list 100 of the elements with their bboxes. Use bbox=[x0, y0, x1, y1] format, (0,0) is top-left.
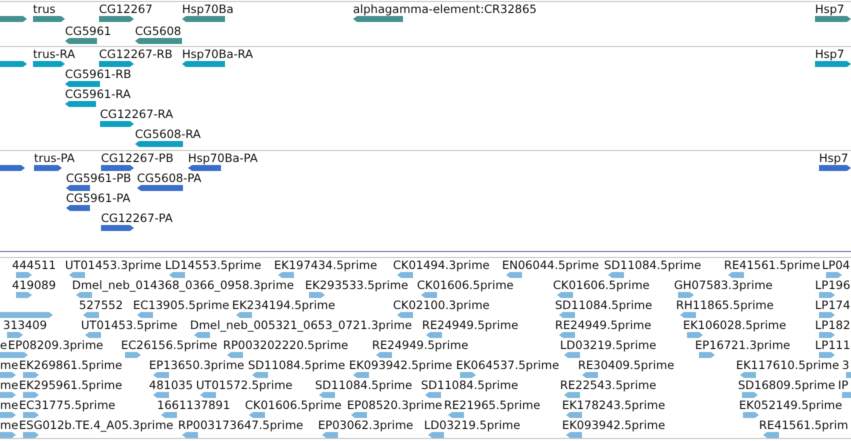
gene-arrow[interactable] bbox=[188, 165, 221, 171]
alignment-arrow[interactable] bbox=[153, 392, 169, 398]
alignment-arrow[interactable] bbox=[252, 372, 268, 378]
alignment-arrow[interactable] bbox=[351, 412, 367, 418]
alignment-arrow[interactable] bbox=[23, 412, 39, 418]
alignment-arrow[interactable] bbox=[23, 392, 39, 398]
alignment-arrow[interactable] bbox=[564, 352, 580, 358]
alignment-arrow[interactable] bbox=[397, 312, 413, 318]
alignment-arrow[interactable] bbox=[506, 272, 522, 278]
feature-label: trus-PA bbox=[34, 151, 75, 165]
alignment-arrow[interactable] bbox=[559, 312, 575, 318]
alignment-arrow[interactable] bbox=[0, 432, 16, 438]
alignment-arrow[interactable] bbox=[819, 312, 835, 318]
alignment-arrow[interactable] bbox=[16, 292, 32, 298]
alignment-arrow[interactable] bbox=[69, 272, 85, 278]
gene-arrow[interactable] bbox=[353, 16, 403, 22]
alignment-arrow[interactable] bbox=[85, 332, 101, 338]
alignment-arrow[interactable] bbox=[249, 412, 265, 418]
alignment-arrow[interactable] bbox=[582, 372, 598, 378]
gene-arrow[interactable] bbox=[34, 165, 62, 171]
alignment-arrow[interactable] bbox=[426, 332, 442, 338]
alignment-arrow[interactable] bbox=[200, 392, 216, 398]
alignment-arrow[interactable] bbox=[819, 292, 835, 298]
gene-arrow[interactable] bbox=[33, 16, 65, 22]
gene-arrow[interactable] bbox=[0, 61, 27, 67]
gene-arrow[interactable] bbox=[815, 16, 851, 22]
alignment-arrow[interactable] bbox=[564, 392, 580, 398]
alignment-arrow[interactable] bbox=[421, 292, 437, 298]
alignment-arrow[interactable] bbox=[76, 292, 92, 298]
alignment-arrow[interactable] bbox=[319, 392, 335, 398]
gene-arrow[interactable] bbox=[182, 16, 225, 22]
alignment-arrow[interactable] bbox=[0, 412, 16, 418]
gene-arrow[interactable] bbox=[65, 81, 100, 87]
gene-arrow[interactable] bbox=[0, 165, 25, 171]
alignment-arrow[interactable] bbox=[687, 332, 703, 338]
alignment-arrow[interactable] bbox=[740, 372, 756, 378]
gene-arrow[interactable] bbox=[815, 61, 851, 67]
alignment-arrow[interactable] bbox=[742, 392, 758, 398]
alignment-arrow[interactable] bbox=[194, 332, 210, 338]
gene-arrow[interactable] bbox=[65, 38, 97, 44]
alignment-arrow[interactable] bbox=[12, 352, 28, 358]
gene-arrow[interactable] bbox=[0, 16, 27, 22]
alignment-arrow[interactable] bbox=[608, 272, 624, 278]
alignment-arrow[interactable] bbox=[0, 372, 16, 378]
alignment-arrow[interactable] bbox=[376, 352, 392, 358]
alignment-arrow[interactable] bbox=[566, 432, 582, 438]
feature-label: 527552 bbox=[79, 298, 123, 312]
alignment-arrow[interactable] bbox=[425, 392, 441, 398]
alignment-arrow[interactable] bbox=[448, 412, 464, 418]
feature-label: EK178243.5prime bbox=[562, 398, 666, 412]
alignment-arrow[interactable] bbox=[728, 272, 744, 278]
alignment-arrow[interactable] bbox=[819, 352, 835, 358]
alignment-arrow[interactable] bbox=[819, 332, 835, 338]
alignment-arrow[interactable] bbox=[559, 332, 575, 338]
gene-arrow[interactable] bbox=[65, 101, 96, 107]
alignment-arrow[interactable] bbox=[309, 292, 325, 298]
alignment-arrow[interactable] bbox=[353, 372, 369, 378]
alignment-arrow[interactable] bbox=[680, 312, 696, 318]
alignment-arrow[interactable] bbox=[137, 312, 153, 318]
gene-arrow[interactable] bbox=[135, 38, 182, 44]
gene-arrow[interactable] bbox=[99, 16, 134, 22]
gene-arrow[interactable] bbox=[135, 141, 183, 147]
alignment-arrow[interactable] bbox=[23, 432, 39, 438]
alignment-arrow[interactable] bbox=[125, 352, 141, 358]
alignment-arrow[interactable] bbox=[227, 352, 243, 358]
alignment-arrow[interactable] bbox=[169, 272, 185, 278]
gene-arrow[interactable] bbox=[100, 121, 134, 127]
feature-label: me bbox=[0, 358, 18, 372]
feature-label: EK093942.5prime bbox=[349, 358, 452, 372]
alignment-arrow[interactable] bbox=[678, 292, 694, 298]
gene-arrow[interactable] bbox=[99, 61, 134, 67]
gene-arrow[interactable] bbox=[101, 225, 134, 231]
alignment-arrow[interactable] bbox=[0, 312, 53, 318]
alignment-arrow[interactable] bbox=[236, 312, 252, 318]
alignment-arrow[interactable] bbox=[428, 432, 444, 438]
alignment-arrow[interactable] bbox=[278, 272, 294, 278]
gene-arrow[interactable] bbox=[182, 61, 225, 67]
alignment-arrow[interactable] bbox=[0, 392, 16, 398]
alignment-arrow[interactable] bbox=[397, 272, 413, 278]
alignment-arrow[interactable] bbox=[743, 412, 759, 418]
alignment-arrow[interactable] bbox=[23, 372, 39, 378]
alignment-arrow[interactable] bbox=[322, 432, 338, 438]
gene-arrow[interactable] bbox=[66, 205, 90, 211]
gene-arrow[interactable] bbox=[33, 61, 65, 67]
alignment-arrow[interactable] bbox=[460, 372, 476, 378]
alignment-arrow[interactable] bbox=[161, 412, 177, 418]
alignment-arrow[interactable] bbox=[7, 332, 23, 338]
alignment-arrow[interactable] bbox=[83, 312, 99, 318]
alignment-arrow[interactable] bbox=[182, 432, 198, 438]
gene-arrow[interactable] bbox=[137, 185, 183, 191]
alignment-arrow[interactable] bbox=[763, 432, 779, 438]
alignment-arrow[interactable] bbox=[557, 292, 573, 298]
alignment-arrow[interactable] bbox=[566, 412, 582, 418]
gene-arrow[interactable] bbox=[819, 165, 851, 171]
alignment-arrow[interactable] bbox=[699, 352, 715, 358]
alignment-arrow[interactable] bbox=[16, 272, 32, 278]
alignment-arrow[interactable] bbox=[153, 372, 169, 378]
alignment-arrow[interactable] bbox=[826, 272, 842, 278]
gene-arrow[interactable] bbox=[101, 165, 134, 171]
gene-arrow[interactable] bbox=[66, 185, 90, 191]
